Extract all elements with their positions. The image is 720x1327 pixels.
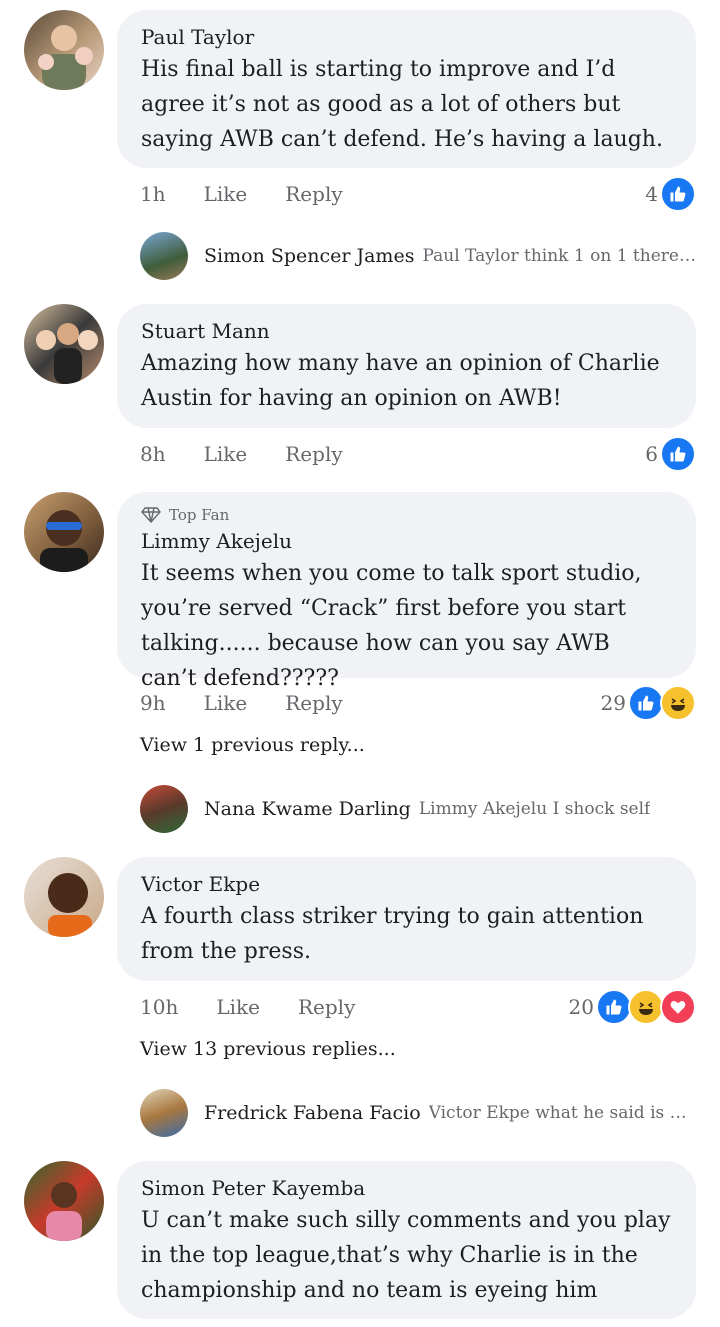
reply-item[interactable]: Fredrick Fabena Facio Victor Ekpe what h…	[140, 1088, 696, 1138]
comment-actions: 1h Like Reply 4	[140, 174, 696, 214]
comment-author[interactable]: Simon Peter Kayemba	[141, 1173, 672, 1203]
love-reaction-icon	[660, 989, 696, 1025]
view-previous-replies[interactable]: View 1 previous reply...	[140, 734, 365, 756]
comment-bubble: Victor Ekpe A fourth class striker tryin…	[117, 857, 696, 981]
reply-button[interactable]: Reply	[298, 995, 355, 1019]
timestamp[interactable]: 10h	[140, 995, 178, 1019]
reply-author[interactable]: Fredrick Fabena Facio	[204, 1102, 421, 1124]
comment-actions: 8h Like Reply 6	[140, 434, 696, 474]
reply-author[interactable]: Simon Spencer James	[204, 245, 414, 267]
timestamp[interactable]: 1h	[140, 182, 166, 206]
avatar[interactable]	[140, 232, 188, 280]
reaction-count: 4	[645, 182, 658, 206]
like-button[interactable]: Like	[204, 182, 248, 206]
avatar-photo	[38, 25, 93, 90]
timestamp[interactable]: 8h	[140, 442, 166, 466]
avatar-photo	[36, 323, 98, 384]
reactions[interactable]: 4	[645, 176, 696, 212]
comment-author[interactable]: Limmy Akejelu	[141, 526, 672, 556]
reply-item[interactable]: Simon Spencer James Paul Taylor think 1 …	[140, 231, 696, 281]
haha-reaction-icon	[660, 685, 696, 721]
comment-text: A fourth class striker trying to gain at…	[141, 904, 644, 964]
like-button[interactable]: Like	[204, 691, 248, 715]
comment-bubble: Stuart Mann Amazing how many have an opi…	[117, 304, 696, 428]
avatar[interactable]	[24, 492, 104, 572]
reply-text: Paul Taylor think 1 on 1 there’s no...	[422, 246, 696, 266]
reactions[interactable]: 20	[569, 989, 696, 1025]
reply-text: Limmy Akejelu I shock self	[418, 799, 651, 819]
reply-button[interactable]: Reply	[285, 691, 342, 715]
comment-text: Amazing how many have an opinion of Char…	[141, 351, 660, 411]
comment-actions: 9h Like Reply 29	[140, 683, 696, 723]
comment-text: His final ball is starting to improve an…	[141, 57, 663, 152]
reply-button[interactable]: Reply	[285, 442, 342, 466]
avatar[interactable]	[24, 1161, 104, 1241]
avatar-photo	[48, 873, 92, 937]
reactions[interactable]: 29	[601, 685, 696, 721]
comment-bubble: Simon Peter Kayemba U can’t make such si…	[117, 1161, 696, 1319]
avatar[interactable]	[140, 1089, 188, 1137]
avatar[interactable]	[140, 785, 188, 833]
timestamp[interactable]: 9h	[140, 691, 166, 715]
like-reaction-icon	[628, 685, 664, 721]
comment-author[interactable]: Paul Taylor	[141, 22, 672, 52]
avatar[interactable]	[24, 857, 104, 937]
reply-author[interactable]: Nana Kwame Darling	[204, 798, 411, 820]
reply-item[interactable]: Nana Kwame Darling Limmy Akejelu I shock…	[140, 784, 696, 834]
avatar[interactable]	[24, 304, 104, 384]
haha-reaction-icon	[628, 989, 664, 1025]
top-fan-badge: Top Fan	[141, 504, 672, 526]
like-button[interactable]: Like	[204, 442, 248, 466]
like-reaction-icon	[660, 176, 696, 212]
reply-text: Victor Ekpe what he said is an ope...	[428, 1103, 696, 1123]
reply-button[interactable]: Reply	[285, 182, 342, 206]
comment-text: U can’t make such silly comments and you…	[141, 1208, 671, 1303]
like-button[interactable]: Like	[216, 995, 260, 1019]
comment-bubble: Top Fan Limmy Akejelu It seems when you …	[117, 492, 696, 691]
reaction-count: 20	[568, 995, 594, 1019]
reaction-count: 29	[600, 691, 626, 715]
like-reaction-icon	[596, 989, 632, 1025]
reactions[interactable]: 6	[645, 436, 696, 472]
avatar[interactable]	[24, 10, 104, 90]
comment-author[interactable]: Stuart Mann	[141, 316, 672, 346]
reaction-count: 6	[645, 442, 658, 466]
avatar-photo	[46, 1182, 82, 1241]
avatar-photo	[40, 510, 88, 572]
diamond-icon	[141, 507, 161, 523]
comment-text: It seems when you come to talk sport stu…	[141, 561, 642, 691]
comment-bubble: Paul Taylor His final ball is starting t…	[117, 10, 696, 168]
like-reaction-icon	[660, 436, 696, 472]
comment-actions: 10h Like Reply 20	[140, 987, 696, 1027]
badge-label: Top Fan	[169, 506, 230, 524]
comment-author[interactable]: Victor Ekpe	[141, 869, 672, 899]
view-previous-replies[interactable]: View 13 previous replies...	[140, 1038, 396, 1060]
